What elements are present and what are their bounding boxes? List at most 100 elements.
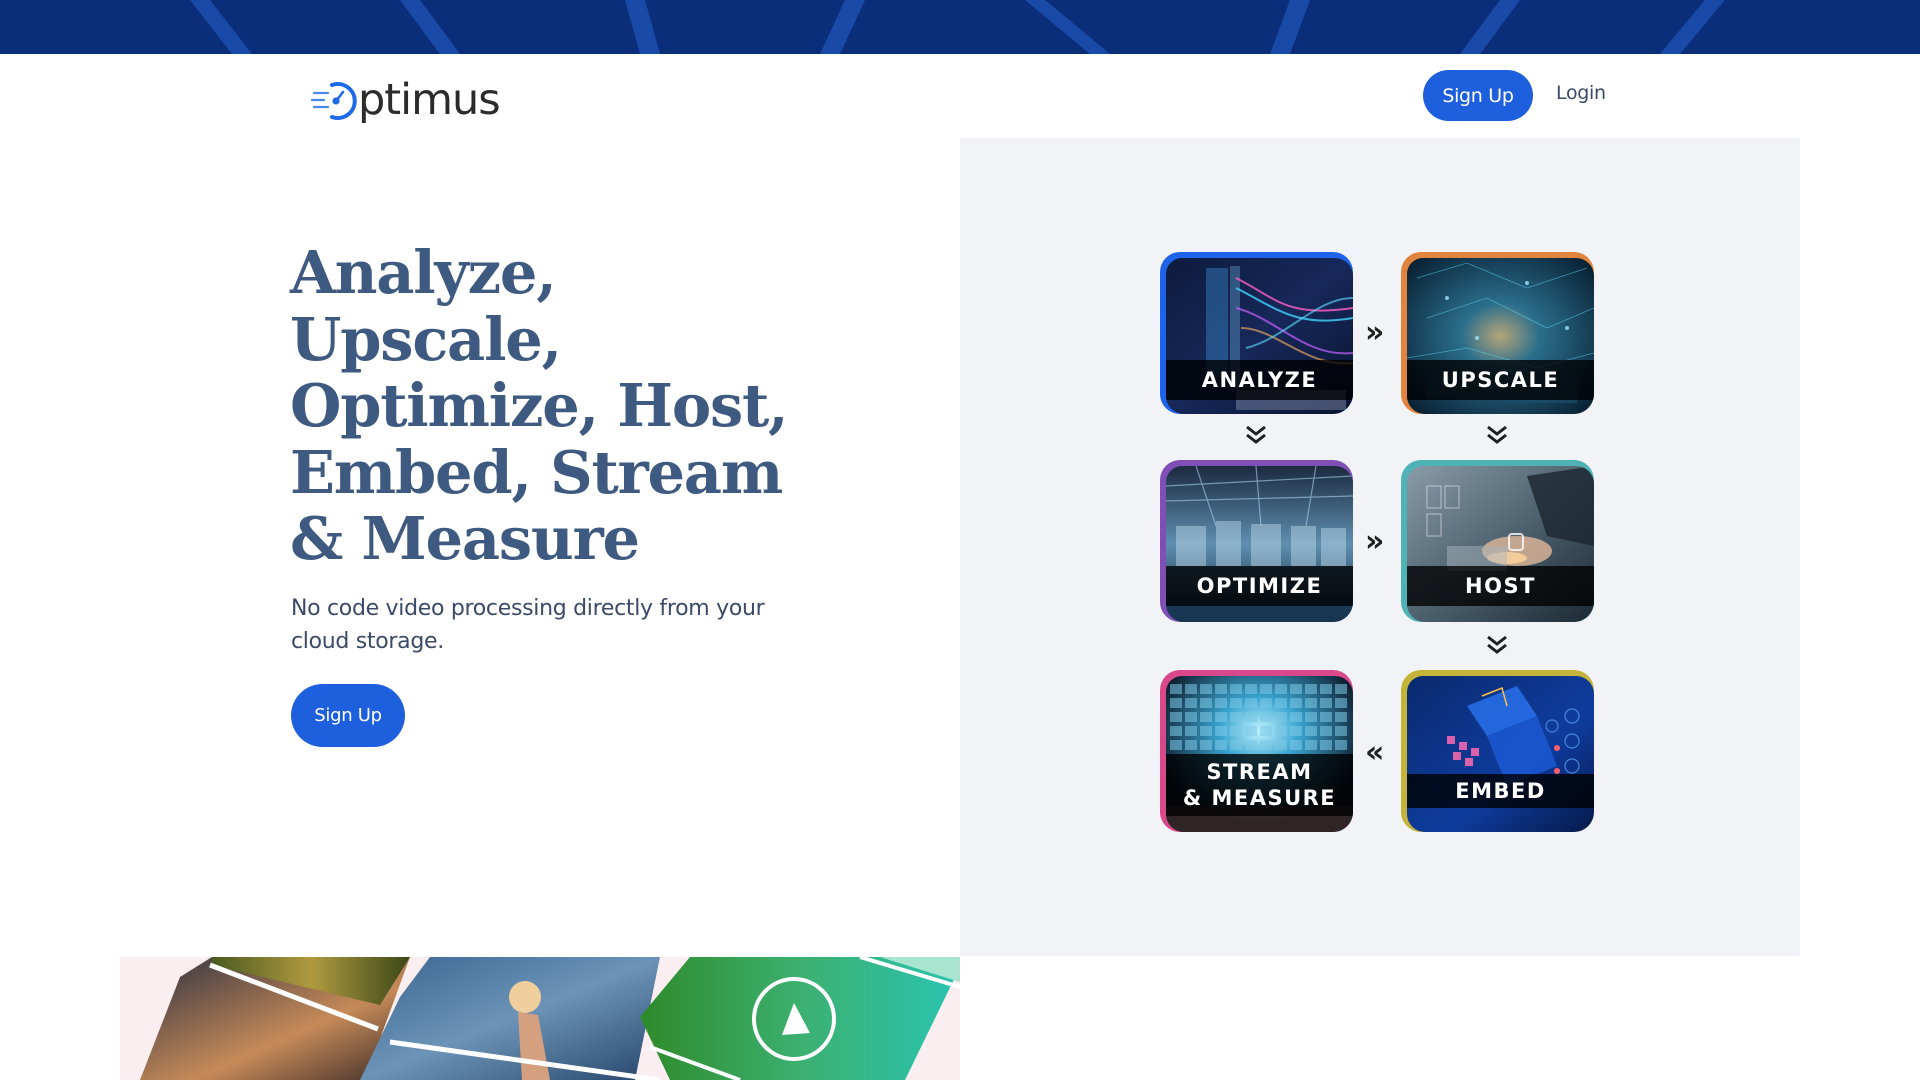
screen-cell xyxy=(1335,684,1347,694)
banner-stripe xyxy=(190,0,252,54)
screen-cell xyxy=(1170,740,1182,750)
workflow-tile-embed: EMBED xyxy=(1401,670,1594,832)
tile-label: HOST xyxy=(1407,566,1594,606)
screen-cell xyxy=(1320,712,1332,722)
workflow-tile-optimize: OPTIMIZE xyxy=(1160,460,1353,622)
screen-cell xyxy=(1275,726,1287,736)
workflow-tile-host: HOST xyxy=(1401,460,1594,622)
screen-cell xyxy=(1335,712,1347,722)
screen-cell xyxy=(1260,684,1272,694)
screen-cell xyxy=(1320,698,1332,708)
screen-cell xyxy=(1245,684,1257,694)
banner-stripe xyxy=(400,0,460,54)
tile-label-text: & MEASURE xyxy=(1182,786,1337,810)
tile-label: EMBED xyxy=(1407,774,1594,808)
tile-label-text: OPTIMIZE xyxy=(1196,574,1323,598)
screen-cell xyxy=(1200,726,1212,736)
screen-cell xyxy=(1245,740,1257,750)
screen-cell xyxy=(1275,684,1287,694)
host-image: HOST xyxy=(1407,466,1594,622)
screen-cell xyxy=(1335,740,1347,750)
screen-cell xyxy=(1290,726,1302,736)
screen-cell xyxy=(1230,684,1242,694)
screen-cell xyxy=(1305,740,1317,750)
screen-cell xyxy=(1200,712,1212,722)
screen-cell xyxy=(1170,698,1182,708)
double-chevron-down-icon xyxy=(1487,425,1507,444)
screen-cell xyxy=(1230,726,1242,736)
hero-title: Analyze, Upscale, Optimize, Host, Embed,… xyxy=(290,238,810,573)
screen-cell xyxy=(1275,698,1287,708)
header-login-link[interactable]: Login xyxy=(1556,82,1606,104)
screen-cell xyxy=(1245,726,1257,736)
tile-label-text: EMBED xyxy=(1455,779,1546,803)
screen-cell xyxy=(1260,712,1272,722)
screen-cell xyxy=(1260,726,1272,736)
screen-cell xyxy=(1290,712,1302,722)
tile-label-text: STREAM xyxy=(1206,760,1313,784)
screen-cell xyxy=(1170,684,1182,694)
logo[interactable]: ptimus xyxy=(310,74,501,125)
hero-title-line: Embed, Stream xyxy=(290,437,783,507)
hero-title-line: Analyze, xyxy=(290,238,557,307)
banner-stripe xyxy=(1270,0,1310,54)
screen-cell xyxy=(1275,712,1287,722)
banner-stripe xyxy=(1660,0,1725,54)
screen-cell xyxy=(1290,684,1302,694)
screen-cell xyxy=(1305,684,1317,694)
screen-cell xyxy=(1305,712,1317,722)
screen-cell xyxy=(1290,698,1302,708)
screen-cell xyxy=(1320,740,1332,750)
double-chevron-down-icon xyxy=(1487,635,1507,654)
hero-title-line: & Measure xyxy=(290,504,640,573)
screen-cell xyxy=(1245,712,1257,722)
screen-cell xyxy=(1200,740,1212,750)
hero-signup-button[interactable]: Sign Up xyxy=(291,684,405,747)
screen-cell xyxy=(1230,712,1242,722)
banner-stripe xyxy=(820,0,865,54)
screen-cell xyxy=(1185,684,1197,694)
tile-label-text: UPSCALE xyxy=(1441,368,1560,392)
banner-stripe xyxy=(1025,0,1110,54)
screen-cell xyxy=(1200,698,1212,708)
logo-text: ptimus xyxy=(358,74,501,125)
screen-cell xyxy=(1200,684,1212,694)
optimize-image: OPTIMIZE xyxy=(1166,466,1353,622)
workflow-panel: ANALYZE » UPSCALE OPTIMIZE » HOST STREAM… xyxy=(960,138,1800,956)
workflow-tile-analyze: ANALYZE xyxy=(1160,252,1353,414)
tile-label: OPTIMIZE xyxy=(1166,566,1353,606)
screen-cell xyxy=(1320,684,1332,694)
hero-subtitle: No code video processing directly from y… xyxy=(291,596,765,654)
image-collage xyxy=(120,957,960,1080)
hero-title-line: Upscale, xyxy=(290,304,562,374)
tile-label: ANALYZE xyxy=(1166,360,1353,400)
workflow-tile-stream-measure: STREAM & MEASURE xyxy=(1160,670,1353,832)
arrow-right-icon: » xyxy=(1365,524,1385,559)
screen-cell xyxy=(1245,698,1257,708)
tile-label-text: ANALYZE xyxy=(1201,368,1318,392)
embed-image: EMBED xyxy=(1407,676,1594,832)
screen-cell xyxy=(1230,740,1242,750)
tile-label-text: HOST xyxy=(1465,574,1536,598)
screen-cell xyxy=(1170,726,1182,736)
screen-cell xyxy=(1215,740,1227,750)
screen-cell xyxy=(1320,726,1332,736)
banner-stripes xyxy=(190,0,1725,54)
tile-label: STREAM & MEASURE xyxy=(1166,754,1353,816)
screen-cell xyxy=(1215,684,1227,694)
tile-label: UPSCALE xyxy=(1407,360,1594,400)
screen-cell xyxy=(1185,740,1197,750)
hero-title-line: Optimize, Host, xyxy=(290,371,789,440)
header-signup-button[interactable]: Sign Up xyxy=(1423,70,1533,121)
top-banner xyxy=(0,0,1920,54)
screen-cell xyxy=(1215,712,1227,722)
arrow-right-icon: » xyxy=(1365,315,1385,350)
screen-cell xyxy=(1185,712,1197,722)
workflow-tile-upscale: UPSCALE xyxy=(1401,252,1594,414)
page: ptimus Sign Up Login Analyze, Upscale, O… xyxy=(0,0,1920,1080)
stream-measure-image: STREAM & MEASURE xyxy=(1166,676,1353,832)
screen-cell xyxy=(1290,740,1302,750)
screen-cell xyxy=(1275,740,1287,750)
screen-cell xyxy=(1185,726,1197,736)
banner-stripe xyxy=(625,0,660,54)
